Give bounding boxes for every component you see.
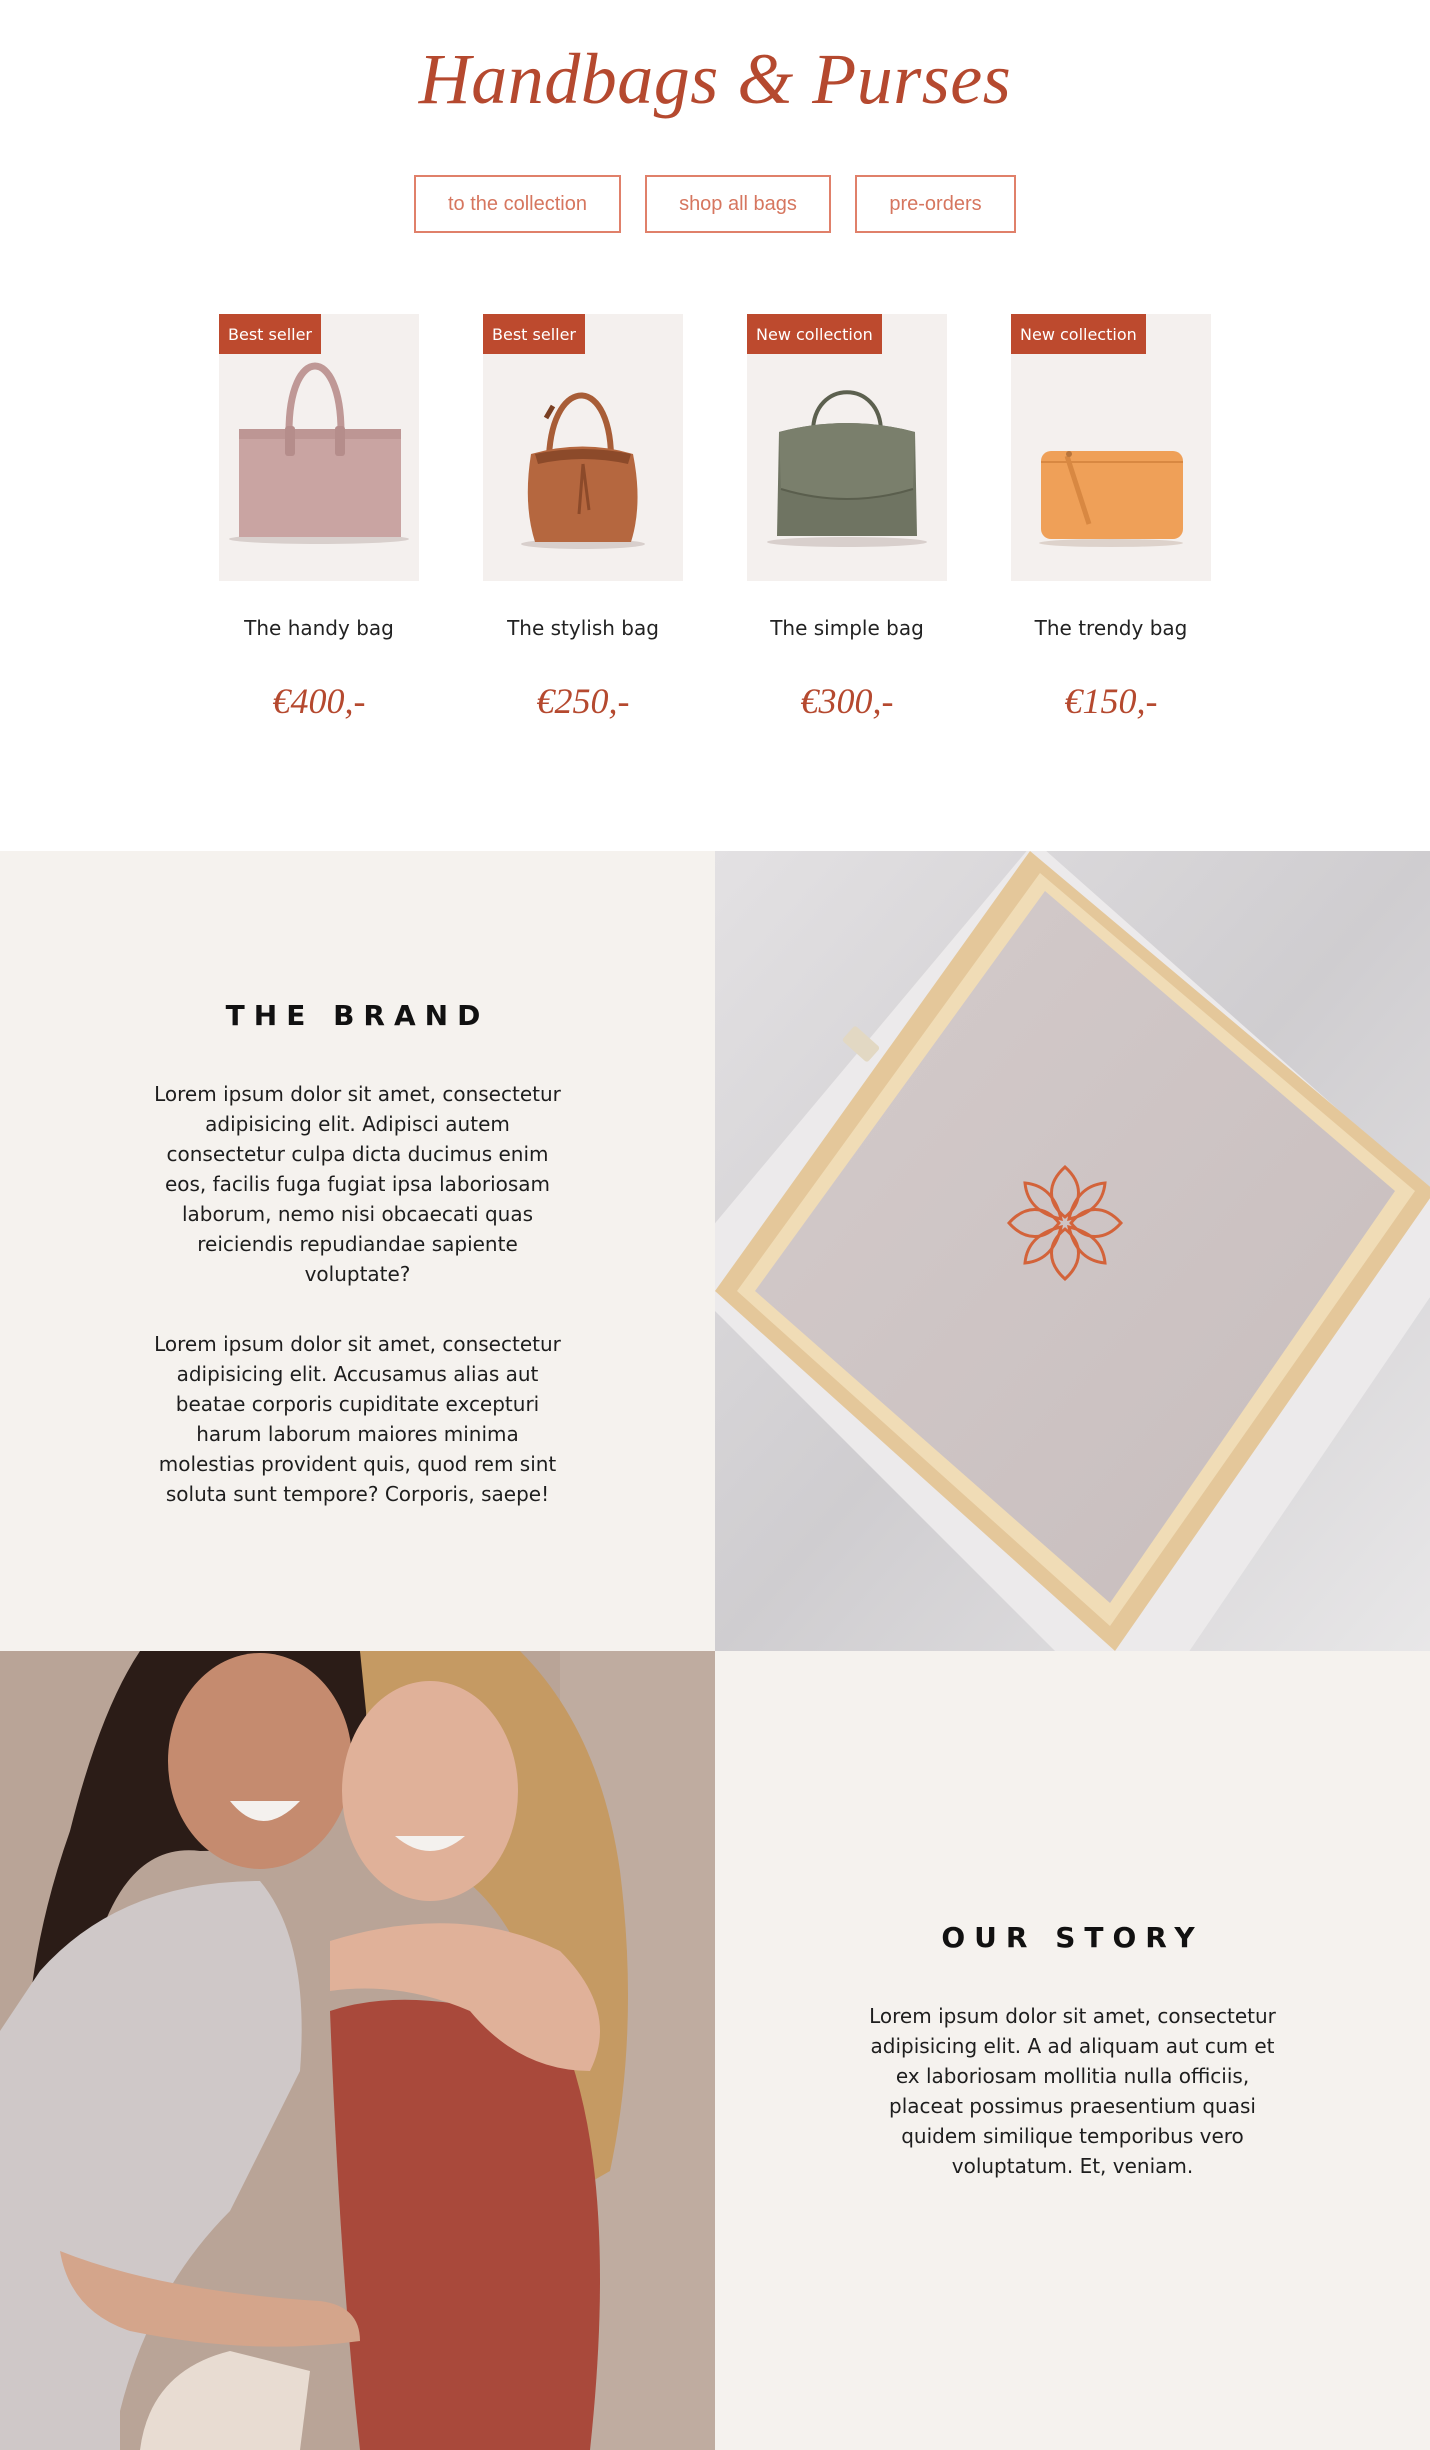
- product-name[interactable]: The handy bag: [179, 616, 459, 640]
- pre-orders-button[interactable]: pre-orders: [855, 175, 1016, 233]
- product-badge: New collection: [1011, 314, 1146, 354]
- story-section: OUR STORY Lorem ipsum dolor sit amet, co…: [715, 1651, 1430, 2450]
- brand-section: THE BRAND Lorem ipsum dolor sit amet, co…: [0, 851, 715, 1651]
- story-heading: OUR STORY: [941, 1921, 1204, 1954]
- brand-image-jewelry-box: [715, 851, 1430, 1651]
- collection-nav: to the collection shop all bags pre-orde…: [0, 175, 1430, 233]
- product-badge: Best seller: [483, 314, 586, 354]
- product-image-trendy-bag[interactable]: New collection: [1011, 314, 1211, 581]
- product-price: €150,-: [1064, 681, 1158, 721]
- product-badge: Best seller: [219, 314, 322, 354]
- product-image-stylish-bag[interactable]: Best seller: [483, 314, 683, 581]
- story-paragraph: Lorem ipsum dolor sit amet, consectetur …: [869, 2004, 1276, 2178]
- product-badge: New collection: [747, 314, 882, 354]
- product-image-simple-bag[interactable]: New collection: [747, 314, 947, 581]
- page-title: Handbags & Purses: [418, 39, 1012, 119]
- product-image-handy-bag[interactable]: Best seller: [219, 314, 419, 581]
- brand-heading: THE BRAND: [225, 999, 490, 1032]
- product-name[interactable]: The trendy bag: [971, 616, 1251, 640]
- shop-all-bags-button[interactable]: shop all bags: [645, 175, 831, 233]
- product-name[interactable]: The simple bag: [707, 616, 987, 640]
- to-collection-button[interactable]: to the collection: [414, 175, 621, 233]
- product-card[interactable]: New collection The simple bag €300,-: [747, 314, 947, 722]
- story-image-friends-hugging: [0, 1651, 715, 2450]
- brand-paragraph-2: Lorem ipsum dolor sit amet, consectetur …: [154, 1332, 561, 1506]
- product-price: €250,-: [536, 681, 630, 721]
- product-card[interactable]: Best seller The handy bag €400,-: [219, 314, 419, 722]
- product-price: €400,-: [272, 681, 366, 721]
- product-name[interactable]: The stylish bag: [443, 616, 723, 640]
- product-grid: Best seller The handy bag €400,- Best se…: [0, 314, 1430, 744]
- product-card[interactable]: New collection The trendy bag €150,-: [1011, 314, 1211, 722]
- brand-paragraph-1: Lorem ipsum dolor sit amet, consectetur …: [154, 1082, 561, 1286]
- product-card[interactable]: Best seller The stylish bag €250,-: [483, 314, 683, 722]
- product-price: €300,-: [800, 681, 894, 721]
